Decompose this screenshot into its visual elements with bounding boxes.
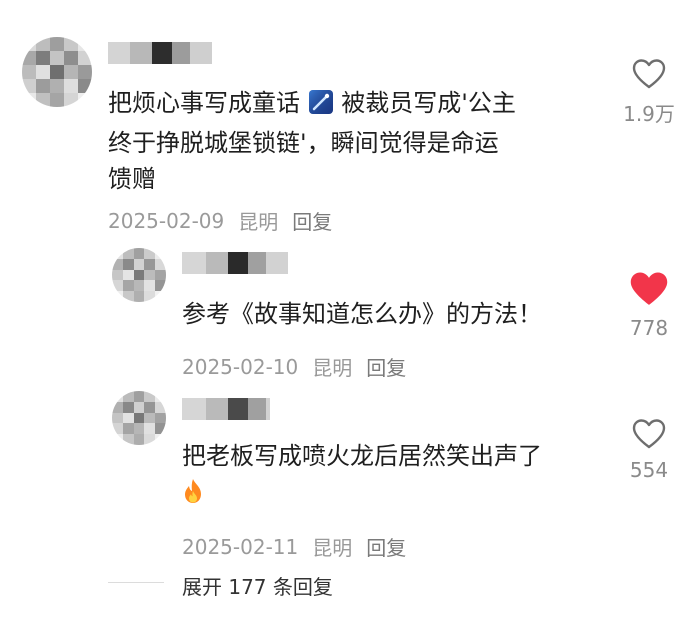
like-count: 778: [629, 316, 669, 340]
like-column: 554: [614, 418, 684, 482]
comment-date: 2025-02-10: [182, 354, 299, 379]
comment-meta: 2025-02-11 昆明 回复: [182, 532, 406, 561]
avatar[interactable]: [112, 248, 166, 302]
avatar[interactable]: [112, 391, 166, 445]
comment-text: 把烦心事写成童话 被裁员写成'公主 终于挣脱城堡锁链'，瞬间觉得是命运 馈赠: [108, 85, 588, 197]
like-column: 1.9万: [614, 58, 684, 127]
heart-icon[interactable]: [632, 58, 666, 90]
fire-icon: [182, 478, 204, 514]
comment-location: 昆明: [312, 536, 353, 560]
comment-text-line: 参考《故事知道怎么办》的方法！: [182, 300, 542, 328]
reply-button[interactable]: 回复: [366, 352, 406, 381]
username[interactable]: [108, 42, 212, 64]
divider: [108, 582, 164, 583]
heart-icon[interactable]: [632, 418, 666, 450]
reply-button[interactable]: 回复: [292, 206, 332, 235]
heart-filled-icon[interactable]: [629, 270, 669, 308]
comment-text-line: 被裁员写成'公主: [341, 89, 516, 117]
comment-meta: 2025-02-10 昆明 回复: [182, 352, 406, 381]
comment-text: 参考《故事知道怎么办》的方法！: [182, 296, 542, 332]
comment-date: 2025-02-11: [182, 534, 299, 559]
like-column: 778: [614, 270, 684, 340]
comment-location: 昆明: [312, 356, 353, 380]
comment-text-line: 把烦心事写成童话: [108, 89, 300, 117]
like-count: 1.9万: [623, 102, 675, 126]
comment-location: 昆明: [238, 210, 279, 234]
username[interactable]: [182, 398, 270, 420]
like-count: 554: [629, 458, 669, 482]
comment-date: 2025-02-09: [108, 208, 225, 233]
comment-text: 把老板写成喷火龙后居然笑出声了: [182, 438, 542, 514]
comment-text-line: 馈赠: [108, 165, 156, 193]
avatar[interactable]: [22, 37, 92, 107]
comment-text-line: 终于挣脱城堡锁链'，瞬间觉得是命运: [108, 129, 499, 157]
reply-button[interactable]: 回复: [366, 532, 406, 561]
comment-text-line: 把老板写成喷火龙后居然笑出声了: [182, 442, 542, 470]
comment-meta: 2025-02-09 昆明 回复: [108, 206, 332, 235]
expand-replies-button[interactable]: 展开 177 条回复: [182, 571, 333, 600]
username[interactable]: [182, 252, 288, 274]
shooting-star-icon: [308, 89, 334, 125]
